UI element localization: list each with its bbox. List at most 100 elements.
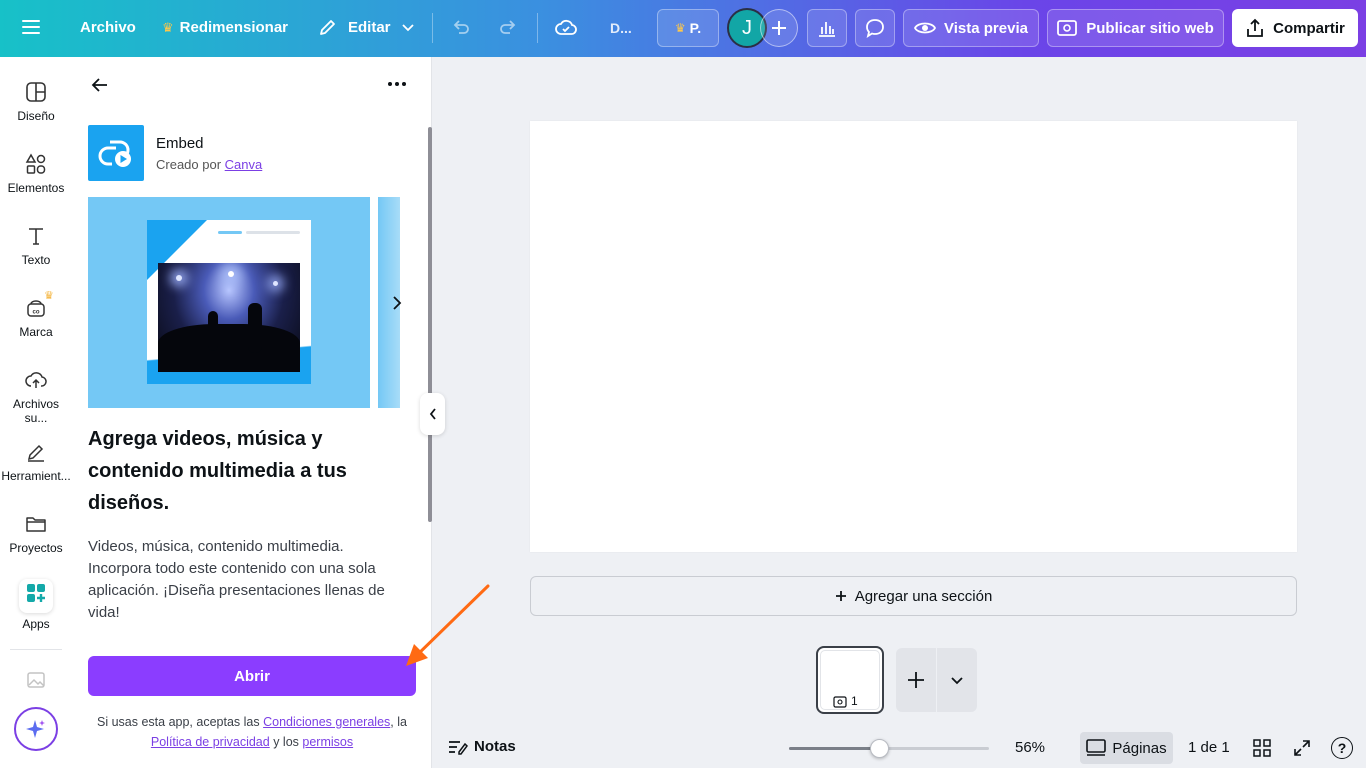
comment-icon <box>866 19 884 38</box>
zoom-level[interactable]: 56% <box>1015 739 1045 756</box>
publicar-button[interactable]: Publicar sitio web <box>1047 9 1224 47</box>
redimensionar-button[interactable]: ♛ Redimensionar <box>162 19 288 36</box>
app-headline: Agrega videos, música y contenido multim… <box>88 428 347 514</box>
document-title[interactable]: D... <box>610 20 632 36</box>
page-number: 1 <box>851 694 858 708</box>
editar-dropdown[interactable]: Editar <box>318 17 415 37</box>
terms-notice: Si usas esta app, aceptas las Condicione… <box>88 712 416 752</box>
archivo-menu[interactable]: Archivo <box>80 19 136 36</box>
crown-icon: ♛ <box>162 19 174 35</box>
annotation-arrow <box>406 584 490 666</box>
page-thumbnail[interactable]: 1 <box>816 646 884 714</box>
folder-icon <box>26 517 46 532</box>
add-page-options[interactable] <box>937 648 977 712</box>
zoom-slider[interactable] <box>789 739 989 758</box>
rail-item-texto[interactable]: Texto <box>0 225 72 267</box>
eye-icon <box>914 22 937 34</box>
undo-icon[interactable] <box>450 17 472 39</box>
add-section-label: Agregar una sección <box>854 587 993 605</box>
text-icon <box>29 228 43 245</box>
rail-item-archivos[interactable]: Archivos su... <box>0 369 72 425</box>
website-icon <box>833 696 847 708</box>
app-name: Embed <box>156 135 204 152</box>
rail-item-apps[interactable]: Apps <box>0 579 72 631</box>
bar-chart-icon <box>819 22 835 37</box>
terms-and: y los <box>273 735 299 749</box>
rail-label: Marca <box>19 325 53 339</box>
rail-label: Diseño <box>17 109 55 123</box>
layout-icon <box>26 82 46 102</box>
compartir-button[interactable]: Compartir <box>1232 9 1358 47</box>
chevron-left-icon <box>429 408 436 420</box>
collapse-panel-button[interactable] <box>420 393 445 435</box>
pages-label: Páginas <box>1112 739 1167 757</box>
plus-icon <box>835 591 846 601</box>
terms-prefix: Si usas esta app, aceptas las <box>97 715 260 729</box>
document-title-label: D... <box>610 20 632 36</box>
vista-previa-button[interactable]: Vista previa <box>903 9 1039 47</box>
bottom-bar: Notas 56% Páginas 1 de 1 ? <box>433 728 1366 768</box>
notes-icon <box>449 740 468 755</box>
left-rail: Diseño Elementos Texto ♛ co Marca Archiv… <box>0 57 72 768</box>
comments-button[interactable] <box>855 9 895 47</box>
embed-link-icon <box>98 140 131 167</box>
redo-icon[interactable] <box>497 17 519 39</box>
rail-item-marca[interactable]: ♛ co Marca <box>0 290 72 339</box>
cloud-upload-icon <box>25 372 47 388</box>
rail-item-diseno[interactable]: Diseño <box>0 81 72 123</box>
pages-icon <box>1086 739 1107 756</box>
zoom-slider-thumb[interactable] <box>870 739 889 758</box>
cloud-saved-icon[interactable] <box>554 16 578 40</box>
archivo-label: Archivo <box>80 19 136 36</box>
top-toolbar: Archivo ♛ Redimensionar Editar D... ♛ P.… <box>0 0 1366 57</box>
crown-icon: ♛ <box>674 21 686 35</box>
concert-photo <box>158 263 300 372</box>
menu-icon[interactable] <box>22 16 50 40</box>
add-section-button[interactable]: Agregar una sección <box>530 576 1297 616</box>
publicar-label: Publicar sitio web <box>1086 19 1214 37</box>
pen-tool-icon <box>27 444 44 462</box>
magic-assistant-button[interactable] <box>14 707 58 751</box>
plan-button[interactable]: ♛ P. <box>657 9 719 47</box>
pages-button[interactable]: Páginas <box>1080 732 1173 764</box>
more-options-icon[interactable] <box>388 82 406 86</box>
magic-media-icon[interactable] <box>26 670 48 690</box>
terms-link[interactable]: Condiciones generales <box>263 715 390 729</box>
page-count: 1 de 1 <box>1188 739 1230 756</box>
grid-view-icon[interactable] <box>1253 739 1271 757</box>
sparkle-icon <box>26 720 45 738</box>
svg-text:co: co <box>32 310 39 316</box>
notes-button[interactable]: Notas <box>448 738 516 755</box>
chevron-down-icon <box>401 24 414 32</box>
fullscreen-icon[interactable] <box>1293 739 1311 757</box>
editar-label: Editar <box>348 18 391 36</box>
help-button[interactable]: ? <box>1331 737 1353 759</box>
vista-previa-label: Vista previa <box>944 19 1028 37</box>
rail-label: Elementos <box>7 181 65 195</box>
add-page-button[interactable] <box>896 648 936 712</box>
avatar-initial: J <box>742 16 752 39</box>
pencil-icon <box>320 20 335 35</box>
zoom-slider-fill <box>789 747 879 750</box>
preview-image <box>88 197 370 408</box>
design-page[interactable] <box>530 121 1297 552</box>
chevron-right-icon[interactable] <box>390 295 404 311</box>
panel-scrollbar[interactable] <box>428 127 432 522</box>
compartir-label: Compartir <box>1273 19 1345 37</box>
rail-item-herramientas[interactable]: Herramient... <box>0 441 72 483</box>
created-by-label: Creado por <box>156 157 222 172</box>
creator-link[interactable]: Canva <box>225 157 263 172</box>
app-logo <box>88 125 144 181</box>
divider <box>537 13 538 43</box>
privacy-link[interactable]: Política de privacidad <box>151 735 270 749</box>
permissions-link[interactable]: permisos <box>302 735 353 749</box>
rail-label: Proyectos <box>9 541 63 555</box>
add-collaborator-button[interactable] <box>760 9 798 47</box>
rail-label: Archivos su... <box>12 397 59 425</box>
back-arrow-icon[interactable] <box>90 75 110 95</box>
open-app-button[interactable]: Abrir <box>88 656 416 696</box>
rail-item-proyectos[interactable]: Proyectos <box>0 513 72 555</box>
apps-icon <box>19 579 53 613</box>
insights-button[interactable] <box>807 9 847 47</box>
rail-item-elementos[interactable]: Elementos <box>0 153 72 195</box>
